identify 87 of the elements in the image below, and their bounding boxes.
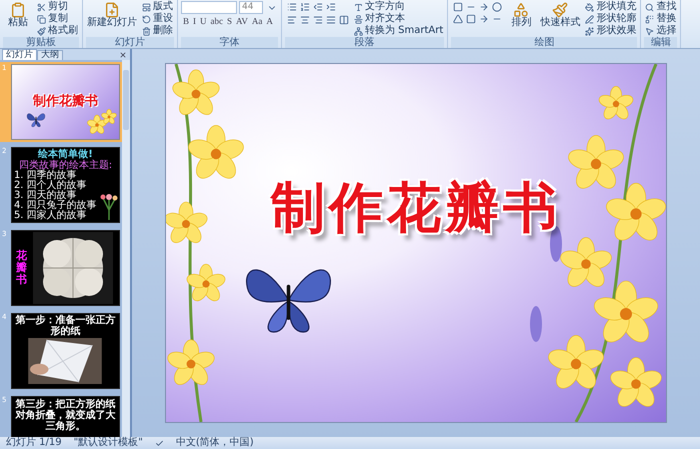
pointer-icon [645, 26, 654, 36]
format-button[interactable]: A [264, 15, 275, 27]
search-icon [645, 2, 654, 12]
text-direction-icon [354, 2, 363, 12]
list-item: 1. 四季的故事 [14, 171, 77, 181]
ribbon-button[interactable]: 重设 [141, 13, 174, 25]
format-button[interactable]: AV [234, 15, 250, 27]
list-item: 4. 四只兔子的故事 [14, 201, 98, 211]
justify-icon[interactable] [324, 14, 337, 26]
ribbon-large-button[interactable]: 排列 [506, 1, 536, 29]
triangle-icon[interactable] [451, 13, 464, 25]
panel-tab[interactable]: 幻灯片 [2, 49, 37, 60]
ribbon-large-button[interactable]: 粘贴 [3, 1, 33, 29]
columns-icon[interactable] [337, 14, 350, 26]
rectangle-icon[interactable] [464, 13, 478, 25]
sparkles-icon [585, 26, 594, 36]
list-item: 5. 四家人的故事 [14, 211, 88, 221]
ribbon-button[interactable]: 对齐文本 [353, 13, 444, 25]
copy-icon [37, 14, 46, 24]
outdent-icon[interactable] [311, 1, 324, 13]
ribbon-button[interactable]: 查找 [644, 1, 678, 13]
ribbon-button[interactable]: 剪切 [36, 1, 79, 13]
group-label: 幻灯片 [86, 37, 174, 48]
format-button[interactable]: abc [208, 15, 226, 27]
close-icon[interactable] [119, 50, 127, 58]
shapes-icon [513, 2, 530, 18]
group-label: 字体 [181, 37, 278, 48]
indent-icon[interactable] [324, 1, 337, 13]
scissors-icon [37, 2, 46, 12]
slide-title: 制作花瓣书 [271, 174, 561, 240]
format-button[interactable]: Aa [250, 15, 264, 27]
slide-title: 花瓣书 [16, 250, 27, 286]
ribbon-button[interactable]: 格式刷 [36, 25, 79, 37]
slide-title: 第三步：把正方形的纸对角折叠，就变成了大三角形。 [14, 399, 116, 432]
group-label: 段落 [285, 37, 444, 48]
format-button[interactable]: B [181, 15, 192, 27]
scrollbar[interactable] [122, 60, 130, 437]
paintbrush-icon [37, 26, 46, 36]
align-right-icon[interactable] [311, 14, 324, 26]
ribbon-button[interactable]: 版式 [141, 1, 174, 13]
ribbon-button[interactable]: 形状效果 [584, 25, 638, 37]
list-item: 3. 四天的故事 [14, 191, 77, 201]
layout-icon [142, 2, 151, 12]
format-button[interactable]: S [225, 15, 234, 27]
slide-title: 制作花瓣书 [32, 94, 98, 110]
replace-icon [645, 14, 654, 24]
pen-icon [585, 14, 594, 24]
ribbon-button[interactable]: 形状轮廓 [584, 13, 638, 25]
ribbon-large-button[interactable]: 快速样式 [539, 1, 582, 29]
group-label: 绘图 [451, 37, 638, 48]
status-text: 幻灯片 1/19 [6, 437, 62, 449]
panel-tab[interactable]: 大纲 [37, 50, 63, 60]
ribbon-button[interactable]: 文字方向 [353, 1, 444, 13]
format-button[interactable]: U [198, 15, 209, 27]
group-label: 编辑 [644, 37, 678, 48]
align-text-icon [354, 14, 363, 24]
slide-title: 绘本简单做! [38, 149, 93, 160]
clipboard-icon [10, 2, 26, 18]
ribbon-button[interactable]: 复制 [36, 13, 79, 25]
oval-icon[interactable] [490, 1, 504, 13]
ribbon-button[interactable]: 转换为 SmartArt [353, 25, 444, 37]
diagram-icon [354, 26, 363, 36]
check-icon [154, 438, 164, 448]
butterfly-drawing [26, 111, 46, 129]
ribbon-button[interactable]: 选择 [644, 25, 678, 37]
list-item: 2. 四个人的故事 [14, 181, 88, 191]
ribbon-large-button[interactable]: 新建幻灯片 [86, 1, 138, 29]
group-label: 剪贴板 [3, 37, 79, 48]
format-button[interactable]: I [191, 15, 198, 27]
status-text: 中文(简体，中国) [176, 437, 254, 449]
ribbon-button[interactable]: 替换 [644, 13, 678, 25]
rectangle-icon[interactable] [451, 1, 464, 13]
paint-bucket-icon [585, 2, 594, 12]
trash-icon [142, 26, 151, 36]
ribbon-button[interactable]: 删除 [141, 25, 174, 37]
font-size-field[interactable]: 44 [239, 1, 263, 14]
new-slide-icon [104, 2, 120, 18]
align-center-icon[interactable] [298, 14, 311, 26]
ribbon-button[interactable]: 形状填充 [584, 1, 638, 13]
reset-icon [142, 14, 151, 24]
slide-title: 第一步：准备一张正方形的纸 [14, 315, 116, 337]
align-left-icon[interactable] [285, 14, 298, 26]
slide-subtitle: 四类故事的绘本主题: [18, 160, 114, 171]
paintbrush-icon [552, 2, 568, 18]
status-text: "默认设计模板" [74, 437, 143, 449]
numbered-list-icon[interactable] [298, 1, 311, 13]
font-name-field[interactable] [181, 1, 237, 14]
